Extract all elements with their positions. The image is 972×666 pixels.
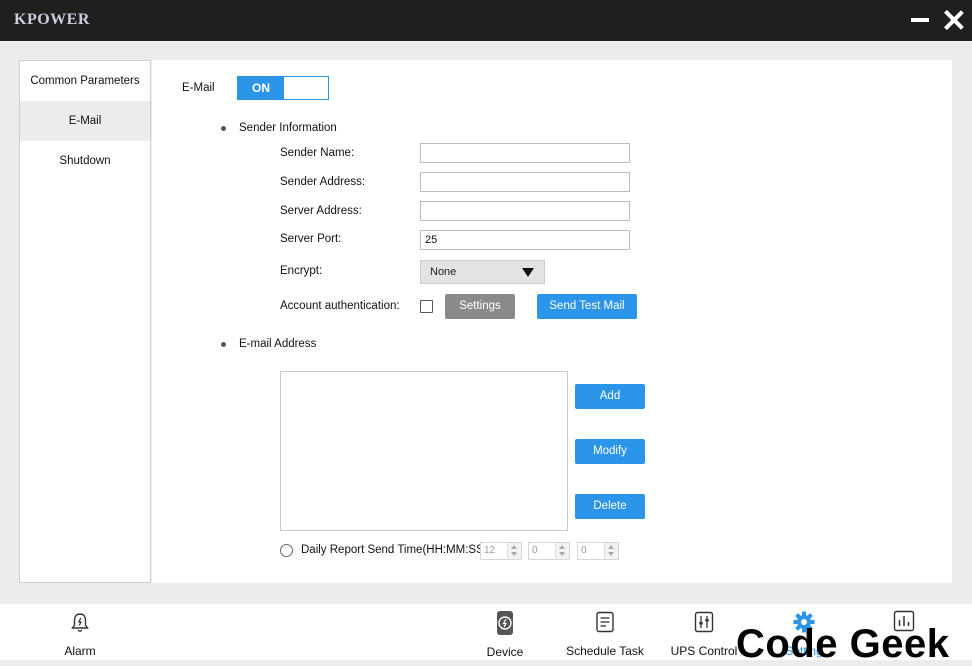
sender-address-label: Sender Address: (280, 176, 366, 188)
app-logo: KPOWER (14, 11, 90, 28)
add-button[interactable]: Add (575, 384, 645, 409)
alarm-bell-icon (71, 613, 89, 632)
modify-button[interactable]: Modify (575, 439, 645, 464)
sidebar-item-common-parameters[interactable]: Common Parameters (20, 61, 150, 101)
tab-alarm[interactable]: Alarm (40, 604, 120, 660)
server-address-input[interactable] (420, 201, 630, 221)
sender-address-input[interactable] (420, 172, 630, 192)
email-address-list[interactable] (280, 371, 568, 531)
tab-schedule-task-label: Schedule Task (566, 644, 644, 658)
settings-sidebar: Common Parameters E-Mail Shutdown (19, 60, 151, 583)
bullet-icon (221, 126, 226, 131)
encrypt-select[interactable]: None (420, 260, 545, 284)
schedule-task-icon (596, 611, 614, 633)
email-settings-panel: E-Mail ON Sender Information Sender Name… (152, 60, 952, 583)
tab-schedule-task[interactable]: Schedule Task (560, 604, 650, 660)
encrypt-label: Encrypt: (280, 265, 323, 277)
minutes-stepper[interactable]: 0 (528, 542, 570, 560)
seconds-value: 0 (581, 545, 587, 556)
device-icon (497, 611, 513, 635)
minimize-icon[interactable] (911, 18, 929, 22)
email-address-heading: E-mail Address (239, 338, 317, 350)
encrypt-selected-value: None (430, 266, 457, 278)
hours-stepper[interactable]: 12 (480, 542, 522, 560)
server-port-label: Server Port: (280, 233, 342, 245)
send-test-mail-button[interactable]: Send Test Mail (537, 294, 637, 319)
hours-value: 12 (484, 545, 496, 556)
sidebar-item-email[interactable]: E-Mail (20, 101, 150, 141)
email-toggle[interactable]: ON (237, 76, 329, 100)
stepper-arrows-icon[interactable] (555, 543, 569, 559)
dropdown-arrow-icon (522, 268, 534, 277)
account-authentication-label: Account authentication: (280, 300, 400, 312)
daily-report-label: Daily Report Send Time(HH:MM:SS): (301, 544, 491, 556)
minutes-value: 0 (532, 545, 538, 556)
tab-ups-control-label: UPS Control (670, 644, 738, 658)
sender-information-heading: Sender Information (239, 122, 337, 134)
stepper-arrows-icon[interactable] (507, 543, 521, 559)
daily-report-radio[interactable] (280, 544, 293, 557)
delete-button[interactable]: Delete (575, 494, 645, 519)
sender-name-input[interactable] (420, 143, 630, 163)
tab-device-label: Device (486, 645, 524, 659)
toggle-on-label: ON (238, 77, 284, 99)
account-authentication-checkbox[interactable] (420, 300, 433, 313)
bullet-icon (221, 342, 226, 347)
seconds-stepper[interactable]: 0 (577, 542, 619, 560)
watermark: Code Geek (736, 622, 950, 666)
sender-name-label: Sender Name: (280, 147, 355, 159)
settings-button[interactable]: Settings (445, 294, 515, 319)
email-label: E-Mail (182, 82, 215, 94)
server-address-label: Server Address: (280, 205, 362, 217)
server-port-input[interactable]: 25 (420, 230, 630, 250)
stepper-arrows-icon[interactable] (604, 543, 618, 559)
tab-alarm-label: Alarm (64, 644, 96, 658)
close-icon[interactable] (942, 8, 964, 32)
title-bar: KPOWER (0, 0, 972, 41)
tab-ups-control[interactable]: UPS Control (664, 604, 744, 660)
ups-control-icon (694, 611, 714, 633)
tab-device[interactable]: Device (465, 604, 545, 660)
sidebar-item-shutdown[interactable]: Shutdown (20, 141, 150, 181)
